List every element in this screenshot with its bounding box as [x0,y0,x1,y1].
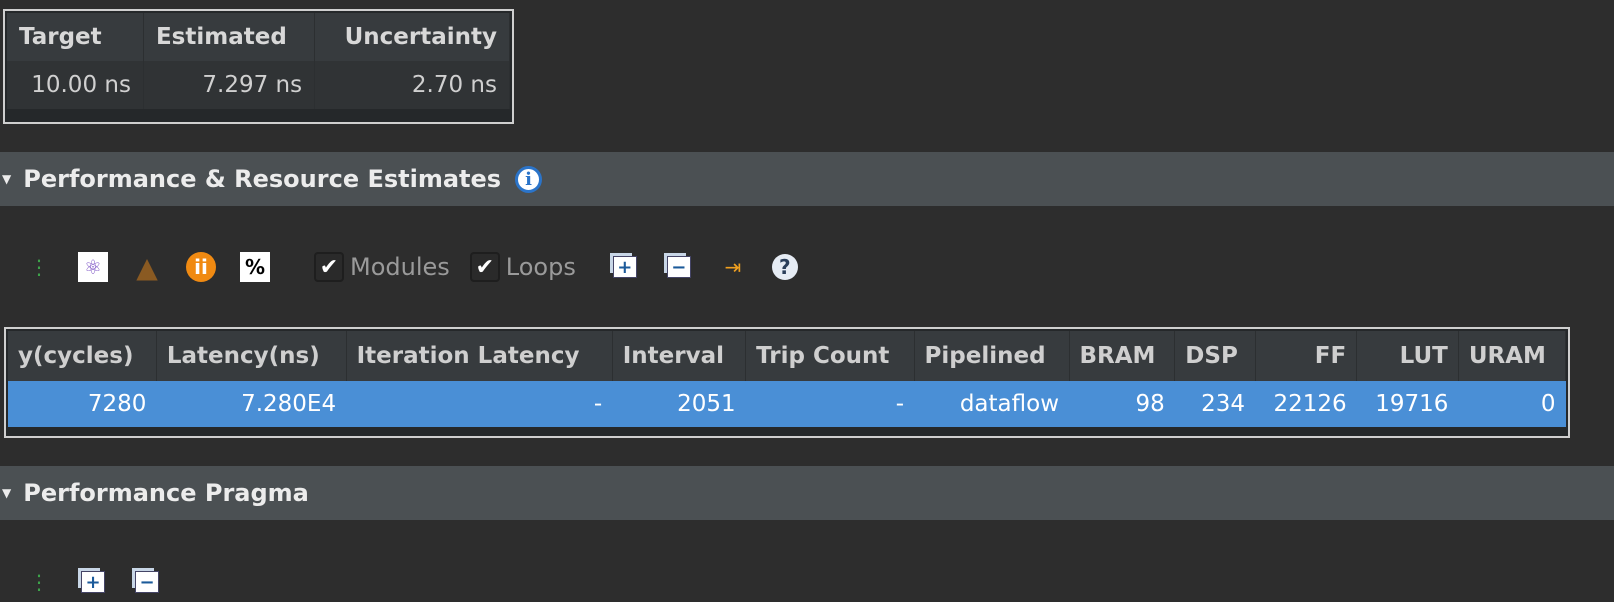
table-row[interactable]: 7280 7.280E4 - 2051 - dataflow 98 234 22… [8,381,1566,427]
help-icon[interactable]: ? [771,254,798,280]
collapse-triangle-icon[interactable]: ▼ [2,172,11,186]
cell-ff: 22126 [1255,381,1357,427]
header-uncertainty[interactable]: Uncertainty [314,13,510,61]
info-icon[interactable]: i [515,165,543,193]
uncertainty-value: 2.70 ns [314,61,510,109]
ii-violation-icon[interactable]: ii [186,252,216,282]
hierarchy-tree-icon[interactable]: ⋮ [24,252,54,282]
perf-section-header[interactable]: ▼ Performance & Resource Estimates i [0,152,1614,206]
header-target[interactable]: Target [7,13,144,61]
timing-row[interactable]: 10.00 ns 7.297 ns 2.70 ns [7,61,510,109]
cell-dsp: 234 [1174,381,1256,427]
header-pipelined[interactable]: Pipelined [914,331,1070,381]
percent-icon[interactable]: % [240,252,270,282]
warning-icon[interactable]: ▲ [132,251,162,284]
timing-table: Target Estimated Uncertainty 10.00 ns 7.… [3,9,514,124]
collapse-all-icon[interactable]: − [132,567,162,597]
check-icon: ✔ [469,252,500,282]
pragma-section-title: Performance Pragma [23,479,309,507]
header-lut[interactable]: LUT [1356,331,1459,381]
collapse-all-icon[interactable]: − [664,252,694,282]
header-iteration-latency[interactable]: Iteration Latency [346,331,613,381]
loops-label: Loops [505,253,576,281]
analysis-icon[interactable]: ⚛ [78,252,108,282]
estimated-value: 7.297 ns [143,61,316,109]
check-icon: ✔ [314,252,344,282]
cell-pipelined: dataflow [914,381,1070,427]
cell-trip-count: - [745,381,915,427]
cell-iteration-latency: - [346,381,613,427]
header-latency-ns[interactable]: Latency(ns) [156,331,347,381]
pragma-toolbar: ⋮ + − [24,562,186,602]
header-latency-cycles[interactable]: y(cycles) [8,331,157,381]
perf-section-title: Performance & Resource Estimates [23,165,502,193]
target-value: 10.00 ns [7,61,144,109]
header-uram[interactable]: URAM [1458,331,1567,381]
hierarchy-tree-icon[interactable]: ⋮ [24,567,54,597]
header-dsp[interactable]: DSP [1174,331,1256,381]
header-bram[interactable]: BRAM [1069,331,1176,381]
goto-source-icon[interactable]: ⇥ [718,252,748,282]
expand-all-icon[interactable]: + [78,567,108,597]
modules-checkbox[interactable]: ✔ Modules [314,252,450,282]
cell-uram: 0 [1458,381,1566,427]
timing-header-row: Target Estimated Uncertainty [7,13,510,61]
header-ff[interactable]: FF [1255,331,1358,381]
performance-table: y(cycles) Latency(ns) Iteration Latency … [4,327,1570,438]
cell-interval: 2051 [612,381,746,427]
header-trip-count[interactable]: Trip Count [745,331,915,381]
collapse-triangle-icon[interactable]: ▼ [2,486,11,500]
modules-label: Modules [350,253,450,281]
cell-lut: 19716 [1356,381,1459,427]
expand-all-icon[interactable]: + [610,252,640,282]
perf-toolbar: ⋮ ⚛ ▲ ii % ✔ Modules ✔ Loops + − ⇥ ? [24,247,822,287]
header-interval[interactable]: Interval [612,331,747,381]
pragma-section-header[interactable]: ▼ Performance Pragma [0,466,1614,520]
cell-bram: 98 [1069,381,1175,427]
cell-latency-ns: 7.280E4 [156,381,347,427]
loops-checkbox[interactable]: ✔ Loops [469,252,576,282]
header-estimated[interactable]: Estimated [143,13,316,61]
cell-latency-cycles: 7280 [8,381,157,427]
perf-header-row: y(cycles) Latency(ns) Iteration Latency … [8,331,1567,381]
